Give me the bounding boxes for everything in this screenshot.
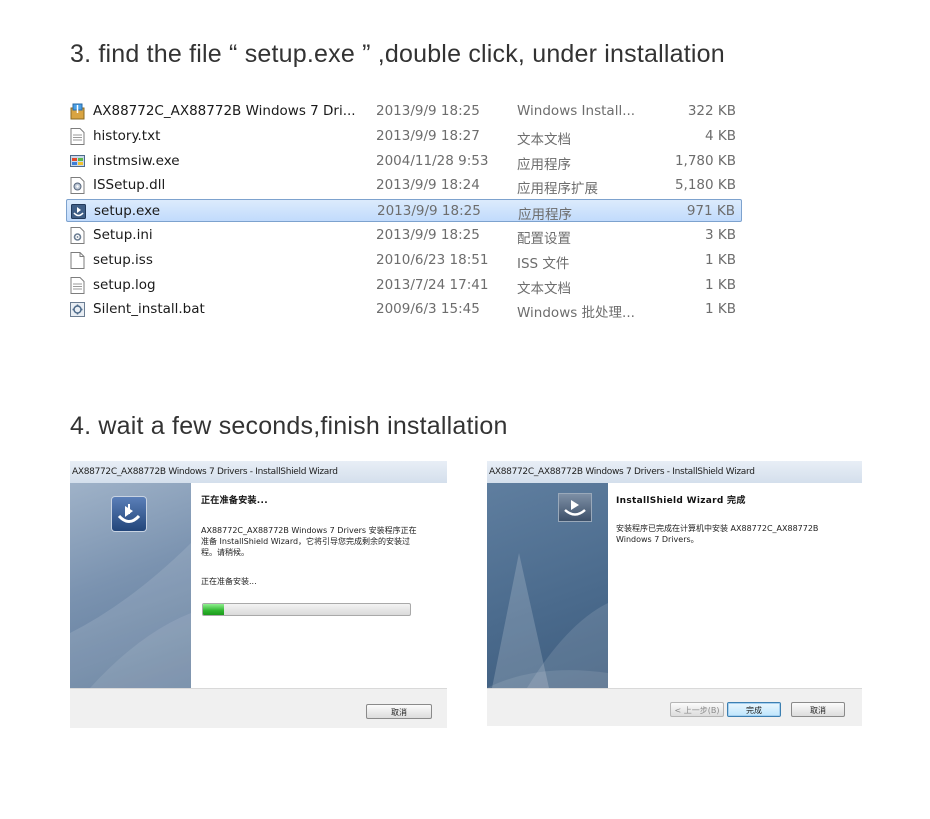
file-name: AX88772C_AX88772B Windows 7 Dri... bbox=[93, 103, 356, 119]
text-file-icon bbox=[70, 127, 85, 145]
config-file-icon bbox=[70, 227, 85, 244]
finish-button[interactable]: 完成 bbox=[727, 702, 781, 717]
file-type: 应用程序 bbox=[518, 207, 572, 224]
file-size: 1 KB bbox=[705, 251, 736, 268]
cancel-button[interactable]: 取消 bbox=[791, 702, 845, 717]
file-name: setup.iss bbox=[93, 251, 153, 268]
file-type: 文本文档 bbox=[517, 131, 571, 148]
file-type: 文本文档 bbox=[517, 280, 571, 297]
file-type: 配置设置 bbox=[517, 231, 571, 247]
batch-file-icon bbox=[70, 301, 85, 318]
file-size: 322 KB bbox=[687, 103, 736, 119]
file-row[interactable]: setup.log 2013/7/24 17:41 文本文档 1 KB bbox=[66, 274, 742, 297]
wizard-status-text: 正在准备安装... bbox=[201, 577, 257, 586]
cancel-button[interactable]: 取消 bbox=[366, 704, 432, 719]
installshield-logo-icon bbox=[558, 493, 592, 522]
file-size: 1 KB bbox=[705, 276, 736, 293]
windows-installer-exe-icon bbox=[70, 153, 85, 170]
wizard-description: AX88772C_AX88772B Windows 7 Drivers 安装程序… bbox=[201, 526, 417, 557]
file-size: 4 KB bbox=[705, 127, 736, 144]
wizard-content: InstallShield Wizard 完成 安装程序已完成在计算机中安装 A… bbox=[558, 483, 862, 688]
window-title: AX88772C_AX88772B Windows 7 Drivers - In… bbox=[487, 461, 862, 483]
file-type: 应用程序 bbox=[517, 156, 571, 173]
installer-package-icon bbox=[70, 103, 85, 120]
install-progress-fill bbox=[203, 604, 224, 615]
file-modified-date: 2010/6/23 18:51 bbox=[376, 251, 489, 268]
file-size: 5,180 KB bbox=[674, 177, 736, 194]
installshield-complete-window: AX88772C_AX88772B Windows 7 Drivers - In… bbox=[487, 461, 862, 726]
file-size: 1 KB bbox=[705, 301, 736, 318]
setup-exe-icon bbox=[71, 203, 86, 220]
file-name: history.txt bbox=[93, 127, 161, 144]
back-button[interactable]: < 上一步(B) bbox=[670, 702, 724, 717]
wizard-description: 安装程序已完成在计算机中安装 AX88772C_AX88772B Windows… bbox=[616, 524, 819, 544]
install-progress-bar bbox=[202, 603, 411, 616]
file-modified-date: 2013/9/9 18:25 bbox=[376, 227, 480, 243]
file-name: setup.exe bbox=[94, 203, 160, 220]
wizard-footer: 取消 bbox=[70, 688, 447, 728]
file-name: instmsiw.exe bbox=[93, 152, 180, 169]
file-row[interactable]: AX88772C_AX88772B Windows 7 Dri... 2013/9… bbox=[66, 100, 742, 123]
step-3-heading: 3. find the file “ setup.exe ” ,double c… bbox=[70, 40, 725, 68]
file-size: 1,780 KB bbox=[674, 152, 736, 169]
wizard-side-banner bbox=[70, 483, 191, 688]
file-row[interactable]: Silent_install.bat 2009/6/3 15:45 Windows … bbox=[66, 298, 742, 321]
file-name: setup.log bbox=[93, 276, 156, 293]
file-size: 971 KB bbox=[686, 203, 735, 220]
wizard-content: 正在准备安装... AX88772C_AX88772B Windows 7 Dr… bbox=[191, 483, 447, 688]
text-file-icon bbox=[70, 276, 85, 294]
wizard-heading: 正在准备安装... bbox=[201, 496, 268, 506]
window-title: AX88772C_AX88772B Windows 7 Drivers - In… bbox=[70, 461, 447, 483]
file-list: AX88772C_AX88772B Windows 7 Dri... 2013/9… bbox=[66, 97, 770, 322]
file-row[interactable]: ISSetup.dll 2013/9/9 18:24 应用程序扩展 5,180 KB bbox=[66, 174, 742, 197]
step-4-heading: 4. wait a few seconds,finish installatio… bbox=[70, 412, 508, 440]
file-modified-date: 2013/9/9 18:25 bbox=[376, 103, 480, 119]
file-name: Setup.ini bbox=[93, 227, 153, 243]
file-row[interactable]: history.txt 2013/9/9 18:27 文本文档 4 KB bbox=[66, 125, 742, 148]
file-type: 应用程序扩展 bbox=[517, 181, 598, 198]
file-type: Windows Install... bbox=[517, 103, 636, 119]
installshield-preparing-window: AX88772C_AX88772B Windows 7 Drivers - In… bbox=[70, 461, 447, 728]
file-modified-date: 2013/9/9 18:24 bbox=[376, 177, 480, 194]
file-row[interactable]: setup.iss 2010/6/23 18:51 ISS 文件 1 KB bbox=[66, 249, 742, 272]
file-type: ISS 文件 bbox=[517, 255, 570, 272]
file-row[interactable]: instmsiw.exe 2004/11/28 9:53 应用程序 1,780 KB bbox=[66, 150, 742, 173]
file-modified-date: 2009/6/3 15:45 bbox=[376, 301, 480, 318]
file-name: Silent_install.bat bbox=[93, 301, 205, 318]
file-type: Windows 批处理... bbox=[517, 305, 635, 322]
wizard-heading: InstallShield Wizard 完成 bbox=[616, 496, 746, 506]
file-row[interactable]: Setup.ini 2013/9/9 18:25 配置设置 3 KB bbox=[66, 224, 742, 247]
file-modified-date: 2013/9/9 18:27 bbox=[376, 127, 480, 144]
file-size: 3 KB bbox=[705, 227, 736, 243]
blank-file-icon bbox=[70, 251, 85, 269]
wizard-footer: < 上一步(B) 完成 取消 bbox=[487, 688, 862, 726]
file-name: ISSetup.dll bbox=[93, 177, 166, 194]
file-row[interactable]: setup.exe 2013/9/9 18:25 应用程序 971 KB bbox=[66, 199, 742, 224]
file-modified-date: 2013/9/9 18:25 bbox=[377, 203, 481, 220]
file-modified-date: 2013/7/24 17:41 bbox=[376, 276, 489, 293]
file-modified-date: 2004/11/28 9:53 bbox=[376, 152, 489, 169]
dll-file-icon bbox=[70, 177, 85, 195]
